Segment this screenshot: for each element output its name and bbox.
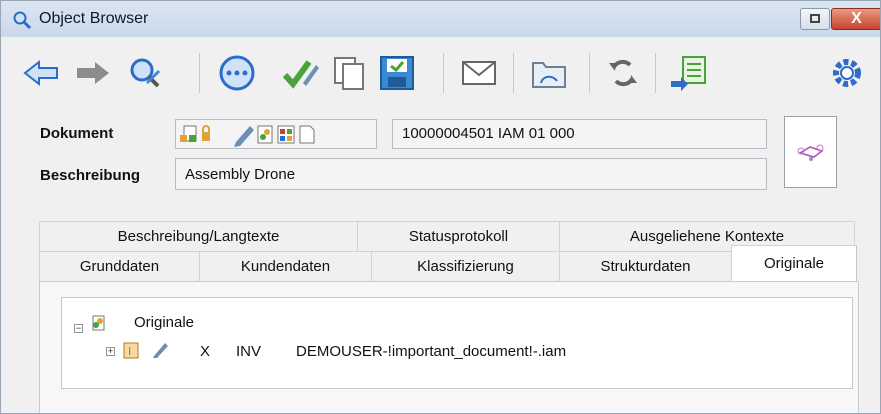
check-edit-icon[interactable] (281, 53, 321, 93)
lock-icon (202, 125, 210, 141)
search-object-icon[interactable] (125, 53, 165, 93)
beschreibung-label: Beschreibung (40, 167, 141, 184)
svg-text:I: I (128, 345, 131, 358)
tab-klassifizierung[interactable]: Klassifizierung (371, 251, 559, 281)
magnifier-icon (12, 10, 32, 30)
pencil-icon[interactable] (152, 340, 170, 358)
beschreibung-field[interactable]: Assembly Drone (175, 158, 767, 190)
export-icon[interactable] (669, 53, 709, 93)
originale-folder-icon (92, 315, 105, 331)
doc-structure-icon (180, 125, 197, 142)
forward-arrow-icon[interactable] (73, 53, 113, 93)
tab-originale[interactable]: Originale (731, 245, 857, 281)
doc-classify-icon (277, 125, 295, 144)
object-browser-window: Object Browser X Dokument 10000004501 IA… (0, 0, 881, 414)
toolbar-separator (443, 53, 444, 93)
tab-statusprotokoll[interactable]: Statusprotokoll (357, 221, 559, 251)
toolbar-separator (199, 53, 200, 93)
toolbar (1, 45, 880, 105)
expand-toggle[interactable]: + (106, 347, 115, 356)
folder-icon[interactable] (529, 53, 569, 93)
document-thumbnail[interactable] (784, 116, 837, 188)
doc-link-icon (257, 125, 273, 144)
tree-root-label[interactable]: Originale (134, 314, 194, 331)
pencil-icon (234, 126, 254, 147)
tree-child-flag: X (200, 343, 211, 360)
dokument-icons-box (175, 119, 377, 149)
toolbar-separator (655, 53, 656, 93)
restore-icon (810, 14, 820, 23)
toolbar-separator (513, 53, 514, 93)
inventor-file-icon: I (123, 342, 139, 359)
window-title: Object Browser (39, 10, 149, 27)
tree-child-type: INV (236, 343, 262, 360)
tab-beschreibung-langtexte[interactable]: Beschreibung/Langtexte (39, 221, 357, 251)
toolbar-separator (589, 53, 590, 93)
dokument-label: Dokument (40, 125, 114, 142)
drone-thumbnail-icon (797, 144, 824, 161)
settings-gear-icon[interactable] (827, 53, 867, 93)
copy-icon[interactable] (329, 53, 369, 93)
blank-page-icon (299, 125, 315, 144)
more-options-icon[interactable] (217, 53, 257, 93)
tab-strukturdaten[interactable]: Strukturdaten (559, 251, 731, 281)
back-arrow-icon[interactable] (21, 53, 61, 93)
close-button[interactable]: X (831, 8, 880, 30)
restore-button[interactable] (800, 8, 830, 30)
save-icon[interactable] (377, 53, 417, 93)
dokument-number-text: 10000004501 IAM 01 000 (402, 125, 575, 142)
originale-tree: − Originale + I X INV DEMOUSER-!importan… (61, 297, 853, 389)
dokument-number-field[interactable]: 10000004501 IAM 01 000 (392, 119, 767, 149)
mail-icon[interactable] (459, 53, 499, 93)
tab-grunddaten[interactable]: Grunddaten (39, 251, 199, 281)
tree-child-filename[interactable]: DEMOUSER-!important_document!-.iam (296, 343, 566, 360)
refresh-icon[interactable] (603, 53, 643, 93)
title-bar: Object Browser X (1, 1, 880, 37)
tab-kundendaten[interactable]: Kundendaten (199, 251, 371, 281)
beschreibung-text: Assembly Drone (185, 166, 296, 183)
collapse-toggle[interactable]: − (74, 324, 83, 333)
